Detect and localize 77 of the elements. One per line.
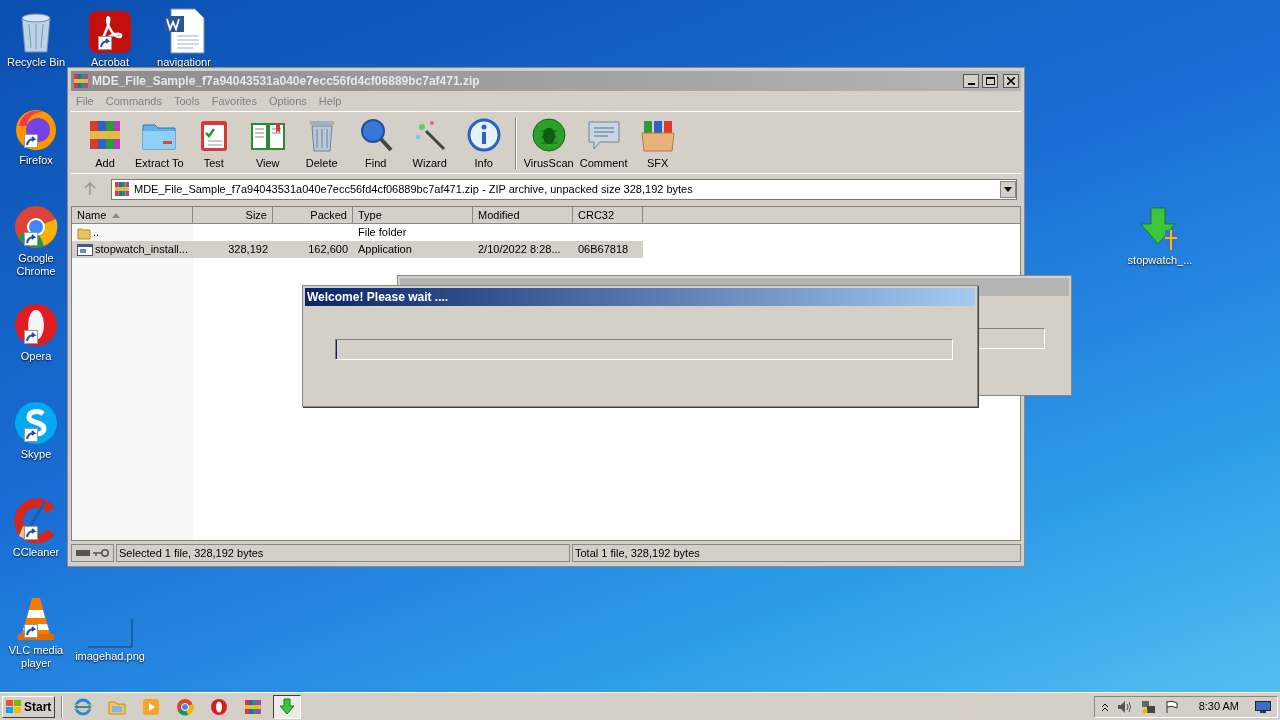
toolbar-button[interactable]: VirusScan: [521, 113, 576, 172]
toolbar-button[interactable]: Comment: [577, 113, 630, 172]
desktop-icon-label[interactable]: VLC media player: [3, 644, 69, 670]
column-header[interactable]: Size: [193, 207, 273, 224]
media-player-icon: [142, 697, 161, 716]
chevron-up-icon[interactable]: [1100, 701, 1109, 712]
table-cell-text: File folder: [358, 225, 407, 241]
opera-icon: [210, 697, 229, 716]
start-button[interactable]: Start: [2, 695, 56, 718]
speaker-icon[interactable]: [1116, 699, 1133, 714]
internet-explorer-icon: [74, 697, 93, 716]
desktop-icon-label[interactable]: imagehad.png: [75, 650, 145, 663]
application-icon: [77, 242, 93, 257]
toolbar-button[interactable]: Find: [349, 113, 402, 172]
column-header[interactable]: Type: [353, 207, 473, 224]
column-header[interactable]: CRC32: [573, 207, 643, 224]
toolbar-button[interactable]: Delete: [295, 113, 348, 172]
monitor-icon[interactable]: [1255, 700, 1271, 713]
minimize-button[interactable]: [963, 74, 979, 88]
recycle-bin-icon: [19, 12, 53, 54]
desktop-icon-label[interactable]: Opera: [20, 350, 52, 363]
close-button[interactable]: [1003, 74, 1019, 88]
status-text: Selected 1 file, 328,192 bytes: [116, 544, 570, 562]
taskbar-button[interactable]: [273, 694, 302, 719]
desktop-icon-label[interactable]: Acrobat: [91, 56, 129, 69]
path-field[interactable]: MDE_File_Sample_f7a94043531a040e7ecc56fd4cf06889bc7af471.zip - ZIP archive, unpacked size 328,192 bytes: [111, 178, 1017, 200]
drive-icon: [76, 550, 90, 556]
desktop-icon-label[interactable]: Google Chrome: [3, 252, 69, 278]
toolbar-button[interactable]: View: [241, 113, 294, 172]
desktop-icon-label[interactable]: Firefox: [19, 154, 53, 167]
archive-icon: [73, 73, 89, 89]
toolbar-button[interactable]: Info: [457, 113, 510, 172]
desktop-icon-label[interactable]: stopwatch_...: [1127, 254, 1193, 267]
close-icon: [1007, 77, 1015, 85]
download-arrow-icon: [278, 697, 297, 716]
chrome-icon: [176, 697, 195, 716]
dialog-title: Welcome! Please wait ....: [307, 289, 449, 306]
table-cell-text: 162,600: [308, 242, 348, 258]
word-document-icon: [163, 8, 205, 54]
bug-icon: [530, 117, 567, 153]
maximize-button[interactable]: [982, 74, 998, 88]
toolbar-button[interactable]: Add: [79, 113, 131, 172]
status-text: Total 1 file, 328,192 bytes: [572, 544, 1021, 562]
books-stack-icon: [244, 697, 263, 716]
folder-icon: [77, 225, 91, 240]
desktop-icon-label[interactable]: Recycle Bin: [6, 56, 66, 69]
info-icon: [465, 117, 502, 153]
toolbar-button[interactable]: Extract To: [133, 113, 186, 172]
dropdown-button[interactable]: [1000, 180, 1016, 198]
file-row[interactable]: .. File folder: [72, 224, 643, 241]
window-title: MDE_File_Sample_f7a94043531a040e7ecc56fd4cf06889bc7af471.zip: [92, 73, 481, 90]
image-file-icon: [87, 618, 133, 648]
file-row[interactable]: stopwatch_install... 328,192 162,600 Application 2/10/2022 8:28... 06B67818: [72, 241, 643, 258]
windows-logo-icon: [6, 699, 22, 714]
table-cell-text: Application: [358, 242, 412, 258]
flag-icon[interactable]: [1164, 699, 1179, 714]
desktop-icon-label[interactable]: navigationr: [157, 56, 211, 69]
network-icon[interactable]: [1140, 699, 1157, 714]
desktop-icon-label[interactable]: CCleaner: [12, 546, 60, 559]
table-cell-text: stopwatch_install...: [95, 242, 188, 258]
maximize-icon: [985, 77, 995, 85]
clock[interactable]: 8:30 AM: [1198, 698, 1239, 715]
column-header[interactable]: Packed: [273, 207, 353, 224]
archive-icon: [114, 181, 130, 197]
minimize-icon: [967, 83, 975, 85]
toolbar-button[interactable]: Test: [187, 113, 240, 172]
toolbar-button[interactable]: Wizard: [403, 113, 456, 172]
caret-icon: [1004, 186, 1012, 192]
table-cell-text: 328,192: [228, 242, 268, 258]
table-cell-text: 2/10/2022 8:28...: [478, 242, 561, 258]
column-header[interactable]: Modified: [473, 207, 573, 224]
key-icon: [93, 549, 109, 557]
toolbar-button[interactable]: SFX: [631, 113, 684, 172]
column-header[interactable]: Name: [72, 207, 193, 224]
table-cell-text: ..: [93, 225, 100, 241]
table-cell-text: 06B67818: [578, 242, 629, 258]
desktop-icon-label[interactable]: Skype: [20, 448, 52, 461]
